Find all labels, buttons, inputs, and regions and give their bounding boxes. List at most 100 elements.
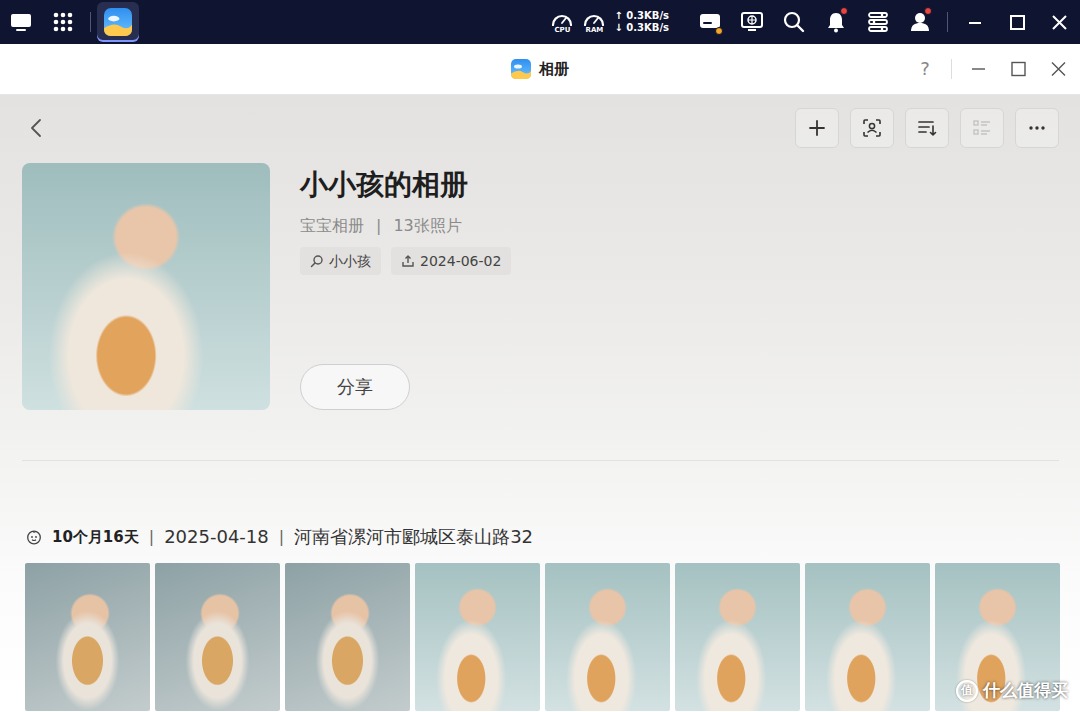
taskbar-separator xyxy=(90,12,91,32)
toolbar-button[interactable] xyxy=(795,108,839,148)
toolbar-button[interactable] xyxy=(1015,108,1059,148)
tray-item[interactable] xyxy=(857,0,899,44)
section-divider xyxy=(22,460,1059,461)
add-icon[interactable] xyxy=(807,118,827,138)
tray-item[interactable] xyxy=(773,0,815,44)
badge-dot xyxy=(840,7,848,15)
tag-label: 小小孩 xyxy=(329,251,371,271)
meta-separator: | xyxy=(376,215,381,237)
group-date: 2025-04-18 xyxy=(164,525,269,549)
photo-thumbnail[interactable] xyxy=(675,563,800,711)
resource-gauge[interactable]: RAM xyxy=(578,10,610,34)
list-icon xyxy=(972,118,992,138)
tray-item[interactable] xyxy=(689,0,731,44)
toolbar-button[interactable] xyxy=(850,108,894,148)
album-info: 小小孩的相册宝宝相册 | 13张照片小小孩 2024-06-02 分享 xyxy=(300,163,511,410)
group-header: 10个月16天 | 2025-04-18 | 河南省漯河市郾城区泰山路32 xyxy=(26,525,1059,549)
album-meta: 宝宝相册 | 13张照片 xyxy=(300,215,511,237)
app-title: 相册 xyxy=(511,59,569,79)
help-button[interactable]: ? xyxy=(905,57,945,81)
person-search-icon xyxy=(310,254,324,268)
album-view: 小小孩的相册宝宝相册 | 13张照片小小孩 2024-06-02 分享 10个月16天 | 2… xyxy=(0,95,1080,712)
back-button[interactable] xyxy=(22,108,60,148)
taskbar-separator xyxy=(947,12,948,32)
network-speed: ↑ 0.3KB/s↓ 0.3KB/s xyxy=(614,10,669,34)
album-cover[interactable] xyxy=(22,163,270,410)
album-header: 小小孩的相册宝宝相册 | 13张照片小小孩 2024-06-02 分享 xyxy=(22,163,1059,410)
gauge-icon xyxy=(581,10,607,26)
album-type: 宝宝相册 xyxy=(300,215,364,237)
photo-count: 13张照片 xyxy=(393,215,461,237)
desktop-icon[interactable] xyxy=(10,12,32,32)
photo-thumbnail[interactable] xyxy=(285,563,410,711)
album-tag[interactable]: 2024-06-02 xyxy=(391,247,511,275)
group-location: 河南省漯河市郾城区泰山路32 xyxy=(294,525,533,549)
maximize-icon[interactable] xyxy=(1008,14,1026,31)
photo-thumbnail[interactable] xyxy=(545,563,670,711)
watermark-badge: 值 xyxy=(956,680,978,702)
gauge-label: RAM xyxy=(586,26,604,34)
share-button[interactable]: 分享 xyxy=(300,364,410,410)
minimize-icon[interactable] xyxy=(966,14,984,31)
monitor-icon[interactable] xyxy=(740,10,764,34)
launcher-icon[interactable] xyxy=(53,12,73,32)
album-title: 小小孩的相册 xyxy=(300,165,511,205)
minimize-icon[interactable] xyxy=(970,61,987,77)
tag-label: 2024-06-02 xyxy=(420,251,501,271)
upload-icon xyxy=(401,254,415,268)
photo-thumbnail[interactable] xyxy=(25,563,150,711)
window-control[interactable] xyxy=(996,0,1038,44)
tray-item[interactable] xyxy=(899,0,941,44)
upload-speed: ↑ 0.3KB/s xyxy=(614,10,669,22)
gauge-label: CPU xyxy=(554,26,570,34)
header-separator: | xyxy=(149,525,154,549)
title-controls: ? xyxy=(569,49,1080,89)
app-titlebar: 相册? xyxy=(0,44,1080,95)
photos-icon[interactable] xyxy=(104,8,132,36)
watermark-text: 什么值得买 xyxy=(983,679,1068,702)
window-control[interactable] xyxy=(954,0,996,44)
window-control[interactable] xyxy=(1038,0,1080,44)
album-tags: 小小孩 2024-06-02 xyxy=(300,247,511,275)
badge-dot xyxy=(924,7,932,15)
tray-item[interactable] xyxy=(815,0,857,44)
gauge-icon xyxy=(549,10,575,26)
taskbar: CPU RAM ↑ 0.3KB/s↓ 0.3KB/s xyxy=(0,0,1080,44)
album-tag[interactable]: 小小孩 xyxy=(300,247,381,275)
photo-row xyxy=(25,563,1059,711)
title-control[interactable] xyxy=(958,49,998,89)
header-separator: | xyxy=(279,525,284,549)
toolbar-button xyxy=(960,108,1004,148)
toolbar-buttons xyxy=(795,108,1059,148)
photo-thumbnail[interactable] xyxy=(415,563,540,711)
sort-icon[interactable] xyxy=(917,118,937,138)
badge-dot xyxy=(715,27,723,35)
title-control[interactable] xyxy=(1038,49,1078,89)
back-arrow-icon[interactable] xyxy=(30,118,42,138)
toolbar-button[interactable] xyxy=(905,108,949,148)
album-toolbar xyxy=(22,108,1059,148)
photo-thumbnail[interactable] xyxy=(805,563,930,711)
face-icon[interactable] xyxy=(862,118,882,138)
title-control[interactable] xyxy=(998,49,1038,89)
baby-age: 10个月16天 xyxy=(52,525,139,549)
controls-icon[interactable] xyxy=(866,10,890,34)
download-speed: ↓ 0.3KB/s xyxy=(614,22,669,34)
close-icon[interactable] xyxy=(1050,14,1068,31)
title-separator xyxy=(951,59,952,79)
taskbar-status: CPU RAM ↑ 0.3KB/s↓ 0.3KB/s xyxy=(546,0,1080,44)
resource-gauge[interactable]: CPU xyxy=(546,10,578,34)
photos-app-icon xyxy=(511,59,531,79)
tray-item[interactable] xyxy=(731,0,773,44)
watermark: 值什么值得买 xyxy=(956,679,1068,702)
maximize-icon[interactable] xyxy=(1010,61,1027,77)
taskbar-apps xyxy=(0,0,139,44)
photo-thumbnail[interactable] xyxy=(155,563,280,711)
search-icon[interactable] xyxy=(782,10,806,34)
taskbar-app[interactable] xyxy=(97,2,139,42)
taskbar-app[interactable] xyxy=(42,2,84,42)
close-icon[interactable] xyxy=(1050,61,1067,77)
taskbar-app[interactable] xyxy=(0,2,42,42)
more-icon[interactable] xyxy=(1027,118,1047,138)
window-title: 相册 xyxy=(539,60,569,79)
